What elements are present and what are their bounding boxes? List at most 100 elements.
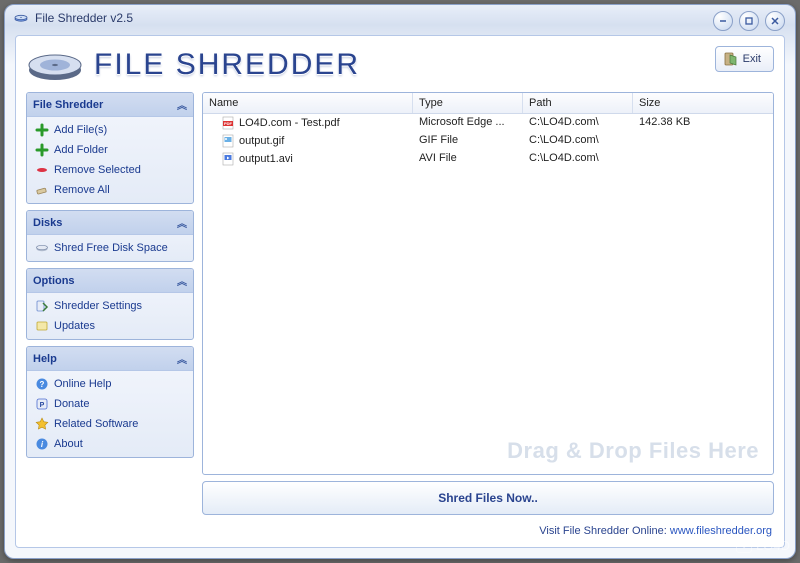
panel-title: Help <box>33 353 57 365</box>
panel-options: Options ︽ Shredder Settings Updates <box>26 268 194 340</box>
file-path: C:\LO4D.com\ <box>523 132 633 150</box>
panel-disks: Disks ︽ Shred Free Disk Space <box>26 210 194 262</box>
sidebar-item-remove-selected[interactable]: Remove Selected <box>29 160 191 180</box>
star-icon <box>35 417 49 431</box>
footer: Visit File Shredder Online: www.fileshre… <box>202 525 774 537</box>
panel-title: Options <box>33 275 75 287</box>
eraser-icon <box>35 183 49 197</box>
sidebar-item-label: Shredder Settings <box>54 300 142 312</box>
panel-help: Help ︽ ? Online Help P Donate <box>26 346 194 458</box>
image-icon <box>221 134 235 148</box>
file-name: LO4D.com - Test.pdf <box>239 117 340 129</box>
sidebar-item-about[interactable]: i About <box>29 434 191 454</box>
file-row[interactable]: output.gif GIF File C:\LO4D.com\ <box>203 132 773 150</box>
header-row: FILE SHREDDER Exit <box>26 46 774 84</box>
sidebar-item-label: Donate <box>54 398 89 410</box>
app-icon <box>13 10 29 26</box>
app-logo: FILE SHREDDER <box>26 46 360 84</box>
chevron-up-icon: ︽ <box>177 273 187 288</box>
file-path: C:\LO4D.com\ <box>523 114 633 132</box>
panel-title: File Shredder <box>33 99 103 111</box>
file-size <box>633 132 773 150</box>
sidebar: File Shredder ︽ Add File(s) Add Folder <box>26 92 194 537</box>
svg-text:P: P <box>40 402 45 409</box>
exit-button[interactable]: Exit <box>715 46 774 72</box>
sidebar-item-remove-all[interactable]: Remove All <box>29 180 191 200</box>
file-type: GIF File <box>413 132 523 150</box>
sidebar-item-online-help[interactable]: ? Online Help <box>29 374 191 394</box>
column-header-type[interactable]: Type <box>413 93 523 113</box>
disk-icon <box>35 241 49 255</box>
file-row[interactable]: PDF LO4D.com - Test.pdf Microsoft Edge .… <box>203 114 773 132</box>
footer-link[interactable]: www.fileshredder.org <box>670 525 772 537</box>
list-body[interactable]: PDF LO4D.com - Test.pdf Microsoft Edge .… <box>203 114 773 474</box>
file-type: AVI File <box>413 150 523 168</box>
main-column: Name Type Path Size PDF LO4D.com - Test.… <box>202 92 774 537</box>
close-button[interactable] <box>765 11 785 31</box>
paypal-icon: P <box>35 397 49 411</box>
chevron-up-icon: ︽ <box>177 215 187 230</box>
panel-header[interactable]: Disks ︽ <box>27 211 193 235</box>
main-row: File Shredder ︽ Add File(s) Add Folder <box>26 92 774 537</box>
file-row[interactable]: output1.avi AVI File C:\LO4D.com\ <box>203 150 773 168</box>
sidebar-item-donate[interactable]: P Donate <box>29 394 191 414</box>
shred-button-label: Shred Files Now.. <box>438 491 538 505</box>
file-name: output.gif <box>239 135 284 147</box>
sidebar-item-label: Remove Selected <box>54 164 141 176</box>
drop-hint: Drag & Drop Files Here <box>507 438 759 464</box>
footer-text: Visit File Shredder Online: <box>539 525 670 537</box>
panel-title: Disks <box>33 217 62 229</box>
file-size <box>633 150 773 168</box>
app-window: File Shredder v2.5 FIL <box>4 4 796 559</box>
svg-text:PDF: PDF <box>224 121 233 126</box>
logo-text: FILE SHREDDER <box>94 48 360 82</box>
plus-icon <box>35 123 49 137</box>
maximize-button[interactable] <box>739 11 759 31</box>
svg-text:?: ? <box>40 380 45 389</box>
content-area: FILE SHREDDER Exit File Shredder ︽ <box>15 35 785 548</box>
sidebar-item-label: Remove All <box>54 184 110 196</box>
file-type: Microsoft Edge ... <box>413 114 523 132</box>
sidebar-item-settings[interactable]: Shredder Settings <box>29 296 191 316</box>
help-icon: ? <box>35 377 49 391</box>
column-header-path[interactable]: Path <box>523 93 633 113</box>
plus-icon <box>35 143 49 157</box>
sidebar-item-updates[interactable]: Updates <box>29 316 191 336</box>
column-header-size[interactable]: Size <box>633 93 773 113</box>
sidebar-item-shred-free-space[interactable]: Shred Free Disk Space <box>29 238 191 258</box>
about-icon: i <box>35 437 49 451</box>
sidebar-item-label: Shred Free Disk Space <box>54 242 168 254</box>
sidebar-item-add-folder[interactable]: Add Folder <box>29 140 191 160</box>
sidebar-item-add-files[interactable]: Add File(s) <box>29 120 191 140</box>
file-path: C:\LO4D.com\ <box>523 150 633 168</box>
logo-disk-icon <box>26 46 84 84</box>
window-title: File Shredder v2.5 <box>35 11 133 25</box>
sidebar-item-label: Related Software <box>54 418 138 430</box>
sidebar-item-label: Add File(s) <box>54 124 107 136</box>
pdf-icon: PDF <box>221 116 235 130</box>
video-icon <box>221 152 235 166</box>
panel-header[interactable]: File Shredder ︽ <box>27 93 193 117</box>
title-bar[interactable]: File Shredder v2.5 <box>5 5 795 31</box>
panel-header[interactable]: Options ︽ <box>27 269 193 293</box>
chevron-up-icon: ︽ <box>177 97 187 112</box>
sidebar-item-label: About <box>54 438 83 450</box>
exit-icon <box>724 52 738 66</box>
list-header: Name Type Path Size <box>203 93 773 114</box>
window-controls <box>713 11 785 31</box>
settings-icon <box>35 299 49 313</box>
column-header-name[interactable]: Name <box>203 93 413 113</box>
panel-header[interactable]: Help ︽ <box>27 347 193 371</box>
update-icon <box>35 319 49 333</box>
file-list[interactable]: Name Type Path Size PDF LO4D.com - Test.… <box>202 92 774 475</box>
panel-file-shredder: File Shredder ︽ Add File(s) Add Folder <box>26 92 194 204</box>
sidebar-item-label: Updates <box>54 320 95 332</box>
minimize-button[interactable] <box>713 11 733 31</box>
minus-icon <box>35 163 49 177</box>
sidebar-item-label: Add Folder <box>54 144 108 156</box>
exit-label: Exit <box>743 53 761 65</box>
chevron-up-icon: ︽ <box>177 351 187 366</box>
sidebar-item-related-software[interactable]: Related Software <box>29 414 191 434</box>
shred-files-button[interactable]: Shred Files Now.. <box>202 481 774 515</box>
file-name: output1.avi <box>239 153 293 165</box>
